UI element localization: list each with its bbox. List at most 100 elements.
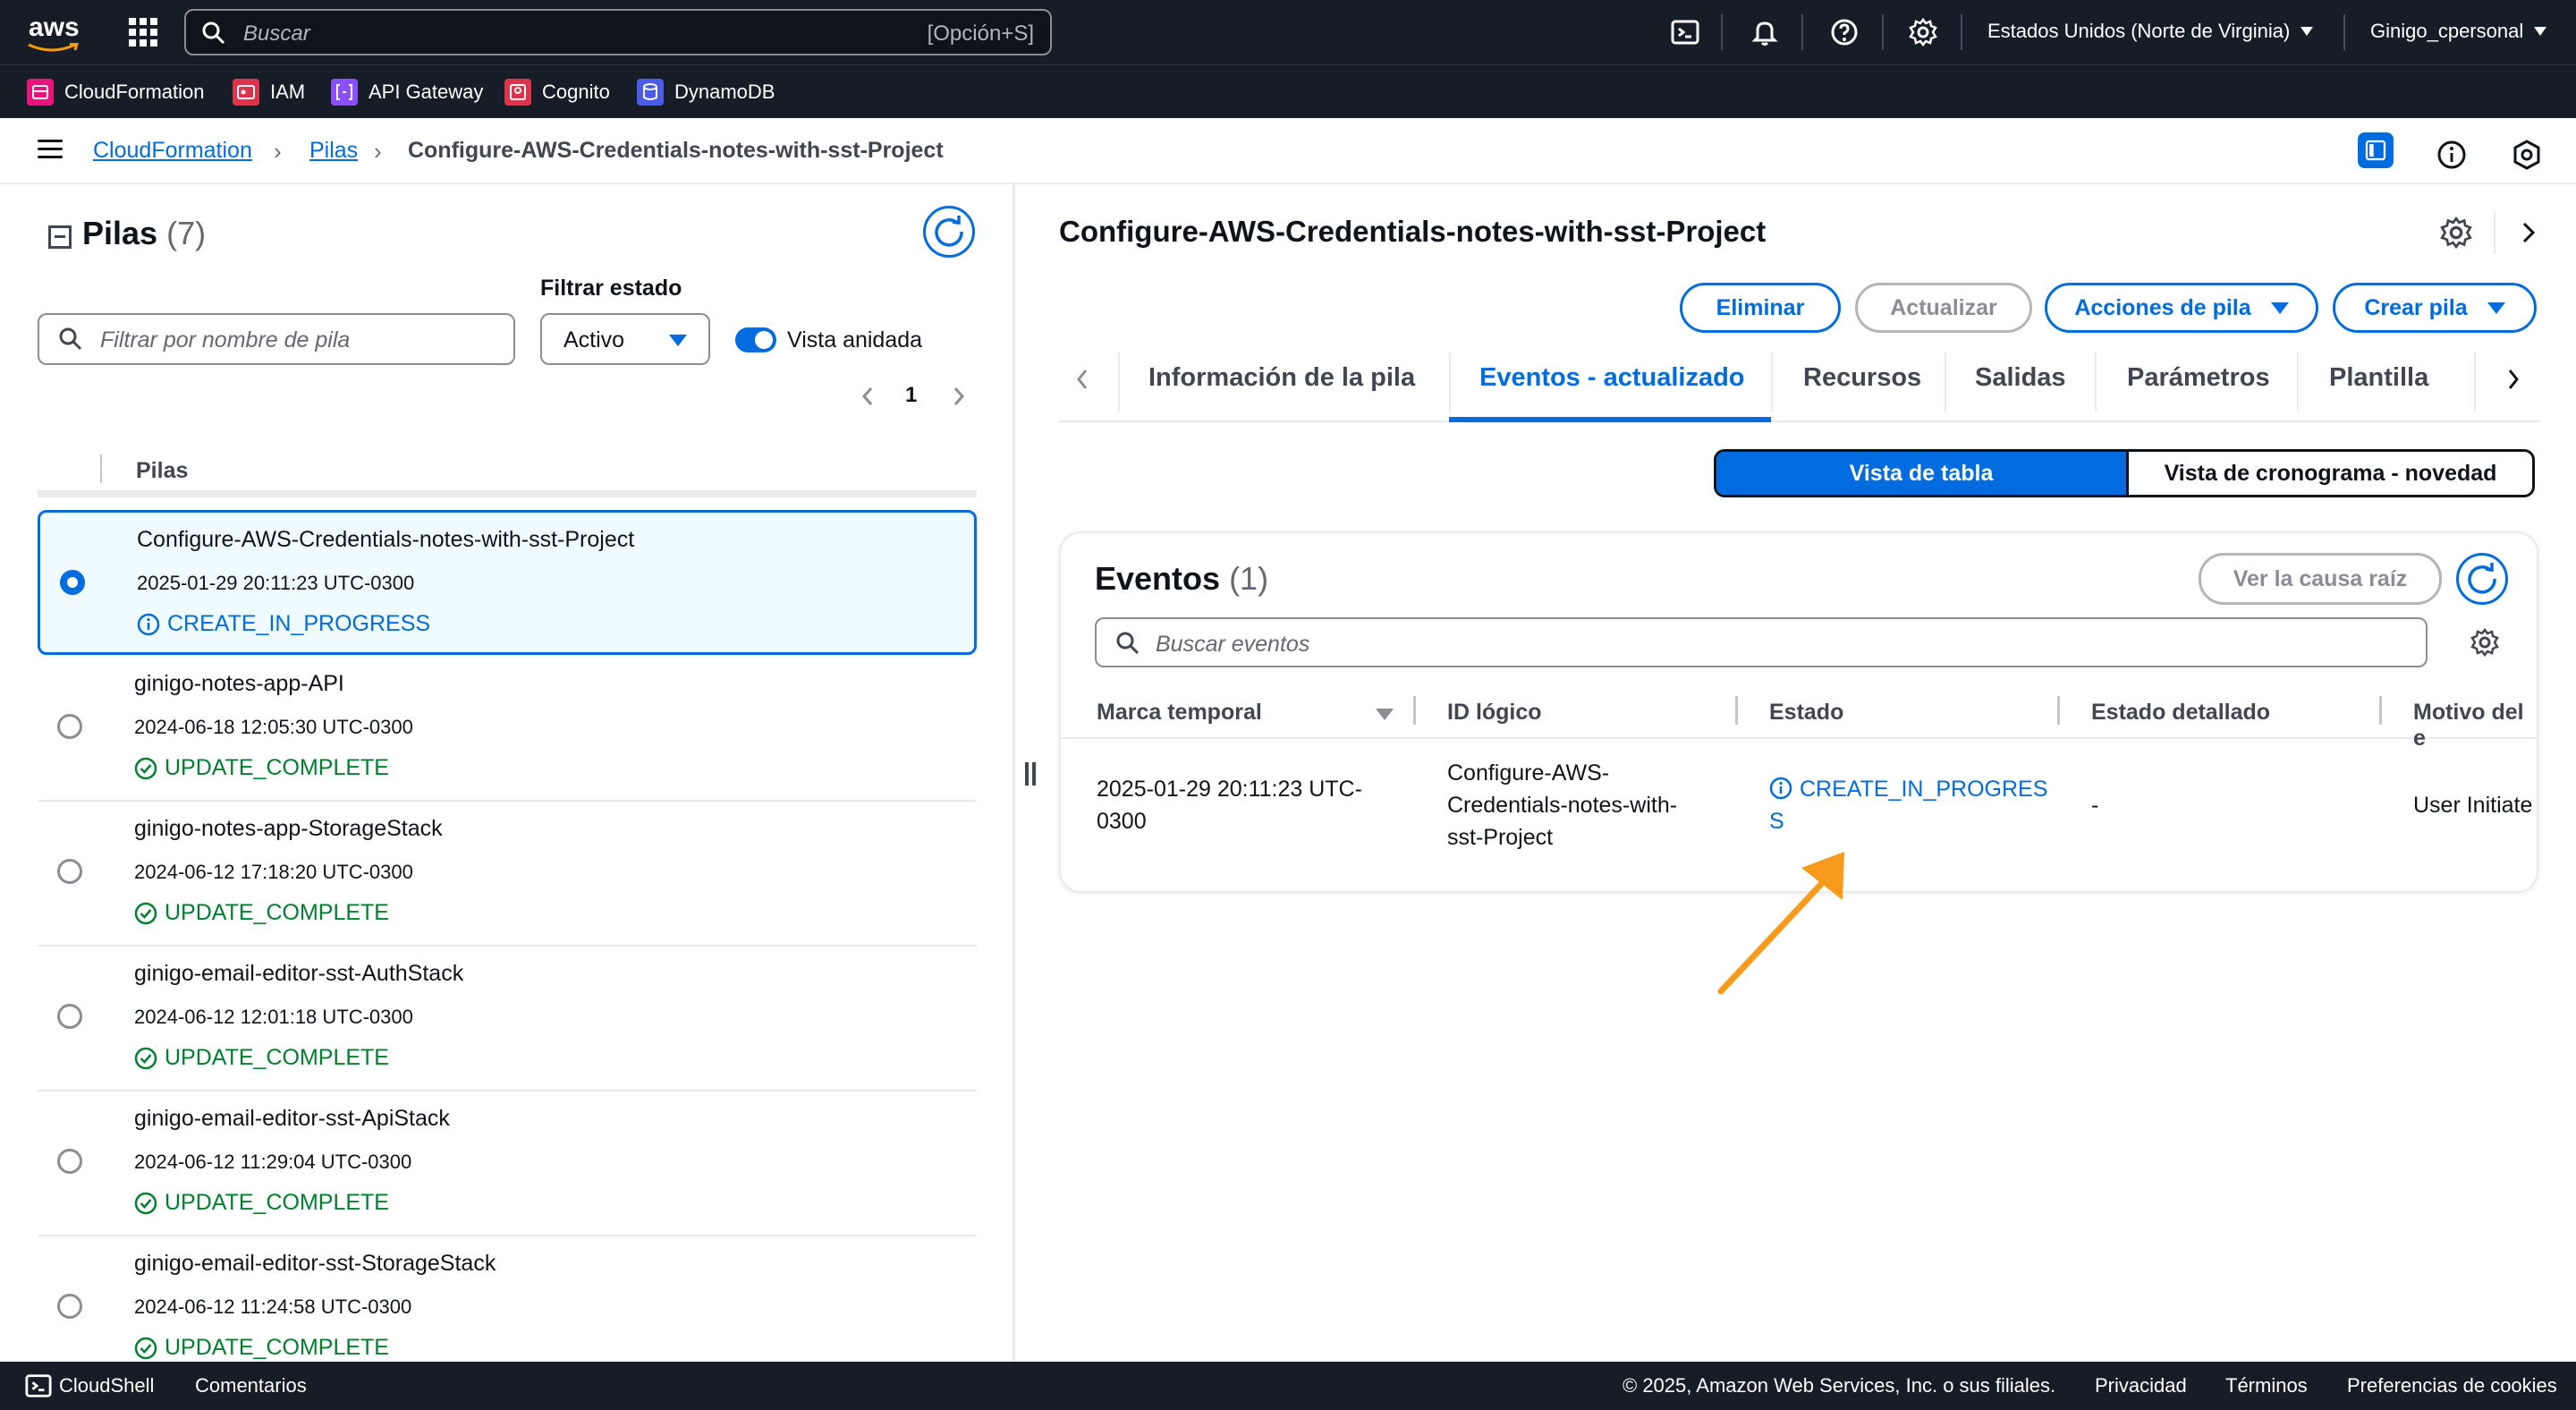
column-detailed-status[interactable]: Estado detallado	[2091, 700, 2270, 726]
tabs-next-icon[interactable]	[2503, 365, 2524, 394]
services-grid-icon[interactable]	[129, 18, 157, 47]
footer-cloudshell[interactable]: CloudShell	[59, 1374, 154, 1397]
region-selector[interactable]: Estados Unidos (Norte de Virginia)	[1987, 20, 2314, 43]
favorite-label: CloudFormation	[64, 81, 205, 103]
search-shortcut: [Opción+S]	[927, 21, 1034, 46]
table-view-button[interactable]: Vista de tabla	[1716, 452, 2126, 495]
tab-parameters[interactable]: Parámetros	[2127, 363, 2270, 393]
footer-privacy[interactable]: Privacidad	[2095, 1374, 2187, 1397]
chevron-right-icon: ›	[374, 138, 382, 165]
chevron-down-icon	[2301, 27, 2314, 36]
cloudshell-icon[interactable]	[25, 1372, 52, 1399]
pager-current-page[interactable]: 1	[905, 383, 917, 408]
update-button[interactable]: Actualizar	[1855, 283, 2032, 333]
settings-hex-icon[interactable]	[2508, 136, 2546, 174]
favorite-dynamodb[interactable]: DynamoDB	[637, 78, 775, 106]
timeline-view-button[interactable]: Vista de cronograma - novedad	[2126, 452, 2532, 495]
panel-divider	[1013, 184, 1015, 1362]
stack-row[interactable]: ginigo-email-editor-sst-StorageStack 202…	[38, 1236, 977, 1362]
event-logical-id-line: Configure-AWS-	[1447, 760, 1610, 786]
events-search-input[interactable]: Buscar eventos	[1095, 617, 2428, 667]
create-stack-button[interactable]: Crear pila	[2333, 283, 2537, 333]
refresh-events-button[interactable]	[2456, 553, 2508, 605]
tab-resources[interactable]: Recursos	[1803, 363, 1921, 393]
stack-status: UPDATE_COMPLETE	[134, 900, 389, 926]
stack-date: 2024-06-12 11:24:58 UTC-0300	[134, 1295, 412, 1318]
footer-feedback[interactable]: Comentarios	[195, 1374, 307, 1397]
stack-row[interactable]: Configure-AWS-Credentials-notes-with-sst…	[38, 510, 977, 655]
global-search-input[interactable]: Buscar [Opción+S]	[184, 9, 1052, 55]
info-status-icon	[137, 613, 160, 635]
column-status[interactable]: Estado	[1769, 700, 1843, 726]
stack-radio[interactable]	[57, 1149, 82, 1174]
gear-icon[interactable]	[2470, 628, 2499, 657]
breadcrumb-cloudformation[interactable]: CloudFormation	[93, 138, 252, 164]
footer-copyright: © 2025, Amazon Web Services, Inc. o sus …	[1623, 1374, 2056, 1397]
tab-stack-info[interactable]: Información de la pila	[1148, 363, 1415, 393]
stack-actions-button[interactable]: Acciones de pila	[2045, 283, 2318, 333]
stack-radio[interactable]	[57, 859, 82, 884]
bell-icon[interactable]	[1750, 18, 1779, 47]
footer-terms[interactable]: Términos	[2225, 1374, 2308, 1397]
tabs-prev-icon[interactable]	[1072, 365, 1093, 394]
column-timestamp[interactable]: Marca temporal	[1097, 700, 1262, 726]
aws-logo[interactable]: aws	[25, 11, 82, 54]
column-divider	[100, 454, 102, 483]
check-circle-icon	[134, 757, 157, 779]
tab-outputs[interactable]: Salidas	[1975, 363, 2066, 393]
table-view-label: Vista de tabla	[1849, 460, 1994, 486]
caret-down-icon	[2270, 302, 2289, 314]
pager-next-icon[interactable]	[948, 383, 970, 410]
info-icon[interactable]	[2433, 136, 2470, 174]
column-reason[interactable]: Motivo del e	[2413, 700, 2537, 752]
nested-view-toggle[interactable]	[735, 327, 776, 352]
column-divider	[2057, 696, 2060, 725]
refresh-stacks-button[interactable]	[923, 206, 975, 258]
favorite-api-gateway[interactable]: API Gateway	[331, 78, 483, 106]
menu-hamburger-icon[interactable]	[38, 140, 63, 159]
help-icon[interactable]	[1830, 18, 1859, 47]
panel-resize-handle[interactable]	[1025, 762, 1038, 786]
stack-radio[interactable]	[57, 1294, 82, 1319]
favorite-cognito[interactable]: Cognito	[504, 78, 610, 106]
stack-row[interactable]: ginigo-notes-app-API 2024-06-18 12:05:30…	[38, 657, 977, 802]
stack-status-text: CREATE_IN_PROGRESS	[167, 611, 431, 636]
pager-prev-icon[interactable]	[857, 383, 878, 410]
stack-row[interactable]: ginigo-email-editor-sst-AuthStack 2024-0…	[38, 947, 977, 1091]
events-count: (1)	[1229, 560, 1269, 597]
favorite-cloudformation[interactable]: CloudFormation	[27, 78, 205, 106]
events-table-header: Marca temporal ID lógico Estado Estado d…	[1061, 691, 2537, 751]
stack-radio[interactable]	[57, 1004, 82, 1029]
stack-row[interactable]: ginigo-notes-app-StorageStack 2024-06-12…	[38, 802, 977, 947]
split-panel-icon[interactable]	[2358, 132, 2394, 168]
tab-template[interactable]: Plantilla	[2329, 363, 2428, 393]
filter-placeholder: Filtrar por nombre de pila	[100, 327, 351, 352]
stack-radio[interactable]	[60, 570, 85, 595]
stack-row[interactable]: ginigo-email-editor-sst-ApiStack 2024-06…	[38, 1091, 977, 1236]
chevron-right-icon[interactable]	[2517, 218, 2540, 247]
chevron-right-icon: ›	[274, 138, 282, 165]
tab-divider	[1771, 352, 1773, 412]
caret-down-icon	[669, 335, 687, 346]
account-menu[interactable]: Ginigo_cpersonal	[2370, 20, 2547, 43]
search-icon	[59, 327, 82, 351]
filter-state-select[interactable]: Activo	[540, 313, 710, 365]
stack-name: Configure-AWS-Credentials-notes-with-sst…	[137, 527, 635, 552]
nested-view-label: Vista anidada	[787, 327, 923, 352]
favorite-iam[interactable]: IAM	[233, 78, 305, 106]
column-logical-id[interactable]: ID lógico	[1447, 700, 1542, 726]
tab-events[interactable]: Eventos - actualizado	[1479, 363, 1745, 393]
filter-stacks-input[interactable]: Filtrar por nombre de pila	[38, 313, 515, 365]
stack-name: ginigo-email-editor-sst-AuthStack	[134, 961, 464, 986]
collapse-icon[interactable]	[48, 225, 72, 249]
breadcrumb-current: Configure-AWS-Credentials-notes-with-sst…	[408, 138, 944, 163]
root-cause-button[interactable]: Ver la causa raíz	[2199, 553, 2442, 605]
gear-icon[interactable]	[2440, 217, 2472, 249]
delete-button[interactable]: Eliminar	[1680, 283, 1841, 333]
cloudshell-icon[interactable]	[1671, 18, 1699, 47]
gear-icon[interactable]	[1909, 18, 1937, 47]
sort-desc-icon[interactable]	[1376, 709, 1394, 720]
stack-radio[interactable]	[57, 714, 82, 739]
breadcrumb-pilas[interactable]: Pilas	[309, 138, 358, 164]
footer-cookie-preferences[interactable]: Preferencias de cookies	[2347, 1374, 2557, 1397]
